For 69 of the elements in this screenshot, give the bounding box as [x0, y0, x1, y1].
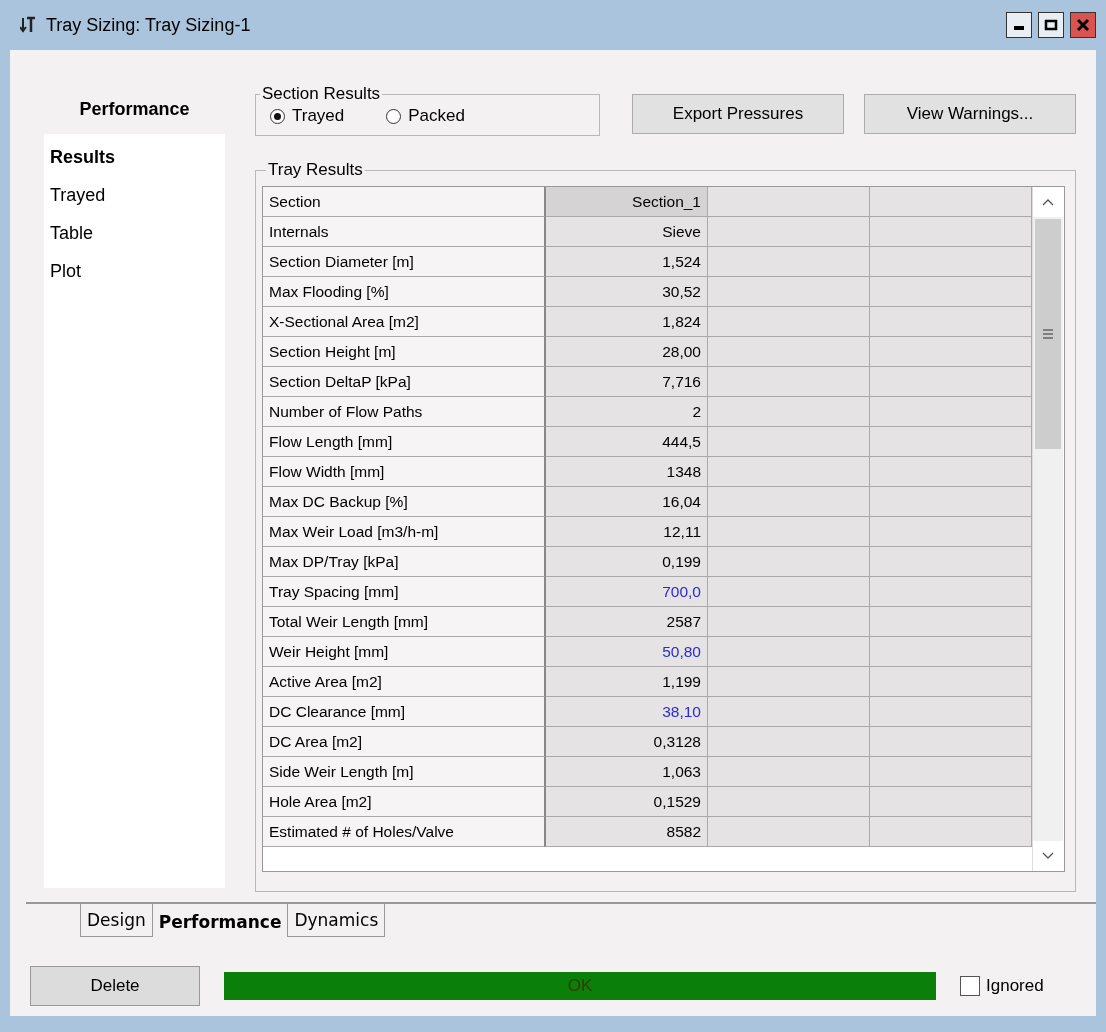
- table-cell[interactable]: 2: [546, 397, 708, 427]
- sidebar-title: Performance: [78, 98, 191, 121]
- table-cell[interactable]: 38,10: [546, 697, 708, 727]
- delete-button[interactable]: Delete: [30, 966, 200, 1006]
- scrollbar-thumb[interactable]: [1035, 219, 1061, 449]
- row-label: Weir Height [mm]: [263, 637, 546, 667]
- push-button[interactable]: Export Pressures: [632, 94, 844, 134]
- tab[interactable]: Design: [80, 904, 153, 937]
- ignored-checkbox[interactable]: [960, 976, 980, 996]
- row-label: Max Weir Load [m3/h-m]: [263, 517, 546, 547]
- row-label: Estimated # of Holes/Valve: [263, 817, 546, 847]
- row-label: Active Area [m2]: [263, 667, 546, 697]
- close-button[interactable]: [1070, 12, 1096, 38]
- table-cell[interactable]: 12,11: [546, 517, 708, 547]
- row-label: Side Weir Length [m]: [263, 757, 546, 787]
- row-label: Section Diameter [m]: [263, 247, 546, 277]
- maximize-button[interactable]: [1038, 12, 1064, 38]
- table-cell[interactable]: 0,3128: [546, 727, 708, 757]
- table-cell[interactable]: Sieve: [546, 217, 708, 247]
- table-cell[interactable]: 30,52: [546, 277, 708, 307]
- table-cell[interactable]: 1,063: [546, 757, 708, 787]
- push-button[interactable]: View Warnings...: [864, 94, 1076, 134]
- tab[interactable]: Dynamics: [287, 904, 386, 937]
- row-label: Max Flooding [%]: [263, 277, 546, 307]
- table-cell[interactable]: 28,00: [546, 337, 708, 367]
- close-icon: [1076, 18, 1090, 32]
- table-cell[interactable]: 16,04: [546, 487, 708, 517]
- radio-label: Packed: [408, 106, 465, 126]
- radio-button[interactable]: [386, 108, 402, 124]
- row-label: Max DP/Tray [kPa]: [263, 547, 546, 577]
- row-label: Internals: [263, 217, 546, 247]
- table-cell[interactable]: 1,199: [546, 667, 708, 697]
- table-cell[interactable]: 1,824: [546, 307, 708, 337]
- row-label: Max DC Backup [%]: [263, 487, 546, 517]
- minimize-icon: [1014, 26, 1024, 30]
- window-title: Tray Sizing: Tray Sizing-1: [46, 14, 252, 36]
- radio-button[interactable]: [270, 108, 285, 124]
- table-cell[interactable]: 7,716: [546, 367, 708, 397]
- table-cell[interactable]: 700,0: [546, 577, 708, 607]
- row-label: DC Area [m2]: [263, 727, 546, 757]
- radio-label: Trayed: [292, 106, 345, 126]
- table-cell[interactable]: 0,199: [546, 547, 708, 577]
- row-label: Flow Length [mm]: [263, 427, 546, 457]
- row-label: Hole Area [m2]: [263, 787, 546, 817]
- checkbox-label: Ignored: [986, 976, 1044, 996]
- minimize-button[interactable]: [1006, 12, 1032, 38]
- row-label: Number of Flow Paths: [263, 397, 546, 427]
- maximize-icon: [1044, 18, 1058, 32]
- row-label: Total Weir Length [mm]: [263, 607, 546, 637]
- table-cell[interactable]: 2587: [546, 607, 708, 637]
- row-label: Flow Width [mm]: [263, 457, 546, 487]
- table-cell[interactable]: 444,5: [546, 427, 708, 457]
- table-cell[interactable]: 50,80: [546, 637, 708, 667]
- group-title: Tray Results: [267, 160, 364, 180]
- row-label: Tray Spacing [mm]: [263, 577, 546, 607]
- table-cell[interactable]: 8582: [546, 817, 708, 847]
- row-label: Section Height [m]: [263, 337, 546, 367]
- row-label: DC Clearance [mm]: [263, 697, 546, 727]
- column-header: Section: [263, 187, 546, 217]
- scrollbar[interactable]: [1032, 187, 1063, 871]
- row-label: X-Sectional Area [m2]: [263, 307, 546, 337]
- column-header: Section_1: [546, 187, 708, 217]
- table-cell[interactable]: 0,1529: [546, 787, 708, 817]
- status-bar: OK: [224, 972, 936, 1000]
- table-cell[interactable]: 1,524: [546, 247, 708, 277]
- tray-icon: [20, 16, 36, 34]
- table-cell[interactable]: 1348: [546, 457, 708, 487]
- row-label: Section DeltaP [kPa]: [263, 367, 546, 397]
- group-title: Section Results: [261, 84, 382, 104]
